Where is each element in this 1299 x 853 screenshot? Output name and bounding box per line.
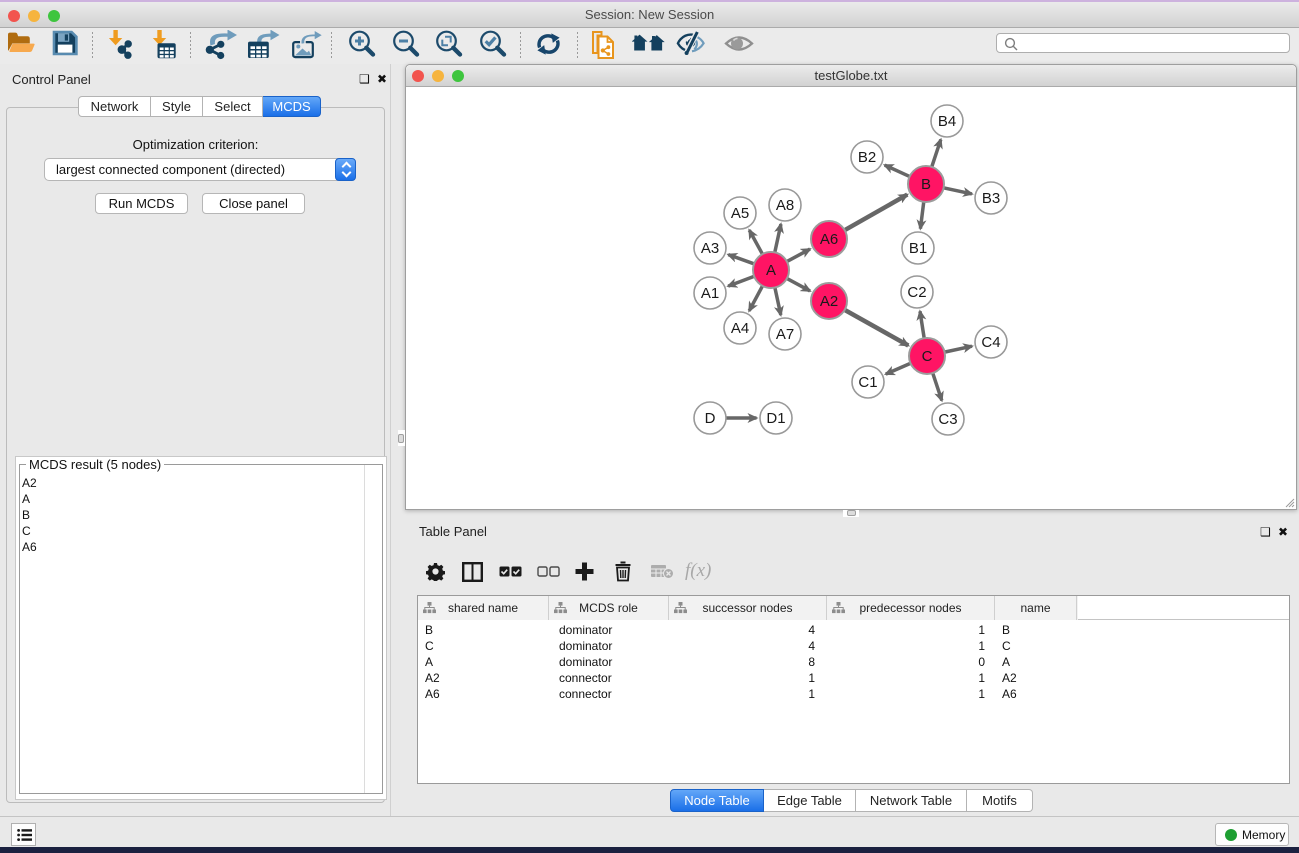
svg-text:A: A: [766, 262, 776, 279]
svg-text:B4: B4: [938, 113, 956, 130]
svg-text:C1: C1: [858, 374, 877, 391]
svg-text:A6: A6: [820, 231, 838, 248]
svg-text:C3: C3: [938, 411, 957, 428]
svg-text:C: C: [922, 348, 933, 365]
svg-text:A7: A7: [776, 326, 794, 343]
svg-text:D1: D1: [766, 410, 785, 427]
svg-text:B2: B2: [858, 149, 876, 166]
svg-text:A2: A2: [820, 293, 838, 310]
svg-text:D: D: [705, 410, 716, 427]
svg-text:A4: A4: [731, 320, 749, 337]
svg-text:B1: B1: [909, 240, 927, 257]
svg-text:A1: A1: [701, 285, 719, 302]
svg-text:C4: C4: [981, 334, 1000, 351]
svg-text:C2: C2: [907, 284, 926, 301]
svg-text:B3: B3: [982, 190, 1000, 207]
svg-text:B: B: [921, 176, 931, 193]
svg-text:A8: A8: [776, 197, 794, 214]
svg-text:A5: A5: [731, 205, 749, 222]
svg-text:A3: A3: [701, 240, 719, 257]
